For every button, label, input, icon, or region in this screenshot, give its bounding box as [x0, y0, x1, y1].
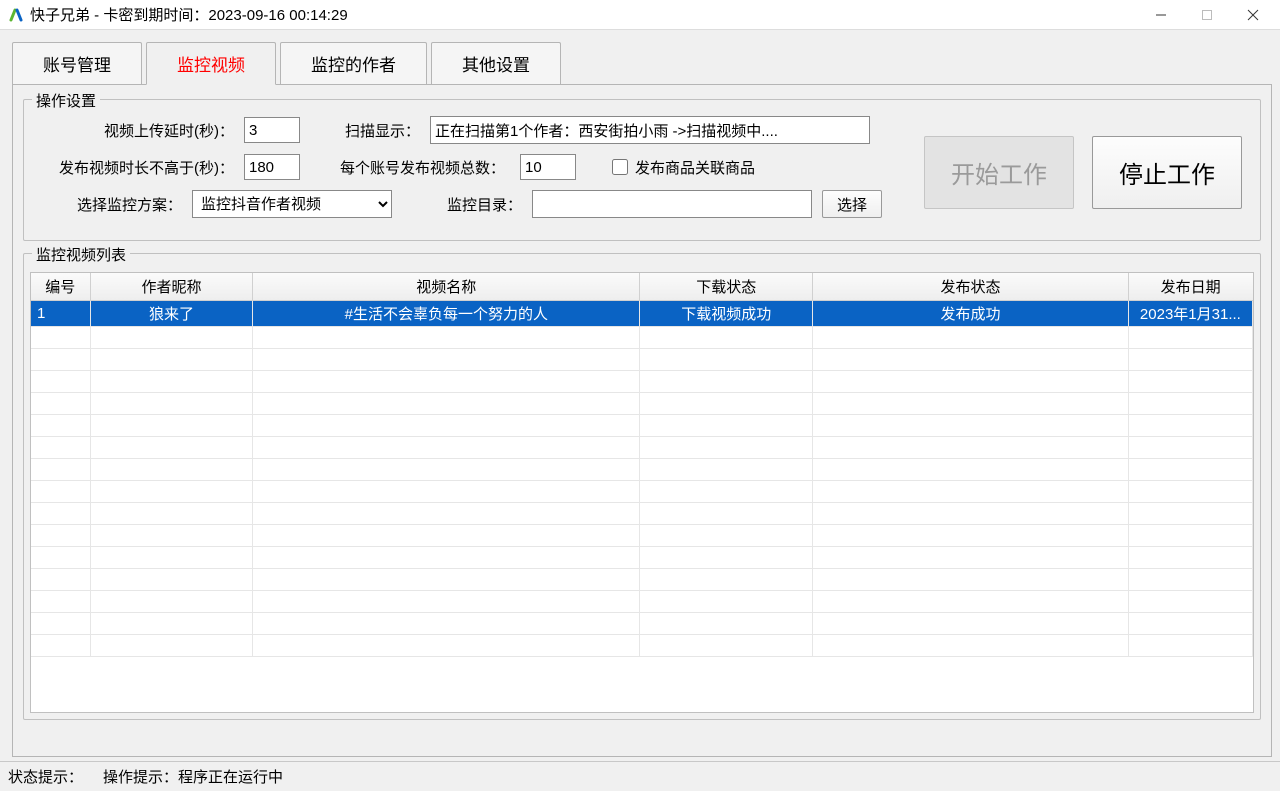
table-row[interactable] [31, 371, 1253, 393]
table-row[interactable] [31, 503, 1253, 525]
status-label: 状态提示： [8, 766, 83, 787]
scheme-select[interactable]: 监控抖音作者视频 [192, 190, 392, 218]
scan-label: 扫描显示： [340, 120, 420, 141]
cell-download: 下载视频成功 [640, 301, 813, 327]
upload-delay-input[interactable] [244, 117, 300, 143]
title-bar: 快子兄弟 - 卡密到期时间：2023-09-16 00:14:29 [0, 0, 1280, 30]
table-header-row: 编号 作者昵称 视频名称 下载状态 发布状态 发布日期 [31, 273, 1253, 301]
per-account-label: 每个账号发布视频总数： [340, 157, 510, 178]
cell-id: 1 [31, 301, 90, 327]
cell-date: 2023年1月31... [1128, 301, 1252, 327]
related-goods-checkbox[interactable]: 发布商品关联商品 [608, 156, 755, 178]
table-row[interactable] [31, 437, 1253, 459]
stop-button[interactable]: 停止工作 [1092, 136, 1242, 209]
settings-group-title: 操作设置 [32, 90, 100, 111]
per-account-input[interactable] [520, 154, 576, 180]
cell-publish: 发布成功 [813, 301, 1129, 327]
table-row[interactable] [31, 393, 1253, 415]
duration-input[interactable] [244, 154, 300, 180]
duration-label: 发布视频时长不高于(秒)： [34, 157, 234, 178]
close-button[interactable] [1230, 0, 1276, 29]
table-row[interactable]: 1 狼来了 #生活不会辜负每一个努力的人 下载视频成功 发布成功 2023年1月… [31, 301, 1253, 327]
col-nick[interactable]: 作者昵称 [90, 273, 253, 301]
select-dir-button[interactable]: 选择 [822, 190, 882, 218]
dir-input[interactable] [532, 190, 812, 218]
video-table: 编号 作者昵称 视频名称 下载状态 发布状态 发布日期 1 狼来了 #生活不会辜 [31, 273, 1253, 657]
settings-group: 操作设置 视频上传延时(秒)： 扫描显示： 发布视频时长不高于(秒)： [23, 99, 1261, 241]
table-row[interactable] [31, 481, 1253, 503]
col-download[interactable]: 下载状态 [640, 273, 813, 301]
col-id[interactable]: 编号 [31, 273, 90, 301]
scheme-label: 选择监控方案： [34, 194, 182, 215]
tab-body: 操作设置 视频上传延时(秒)： 扫描显示： 发布视频时长不高于(秒)： [12, 84, 1272, 757]
table-row[interactable] [31, 459, 1253, 481]
table-row[interactable] [31, 635, 1253, 657]
col-date[interactable]: 发布日期 [1128, 273, 1252, 301]
maximize-button[interactable] [1184, 0, 1230, 29]
video-table-wrap[interactable]: 编号 作者昵称 视频名称 下载状态 发布状态 发布日期 1 狼来了 #生活不会辜 [30, 272, 1254, 713]
status-hint: 操作提示：程序正在运行中 [103, 766, 283, 787]
video-list-title: 监控视频列表 [32, 244, 130, 265]
tab-monitor-author[interactable]: 监控的作者 [280, 42, 427, 84]
start-button[interactable]: 开始工作 [924, 136, 1074, 209]
related-goods-checkbox-input[interactable] [612, 159, 628, 175]
table-row[interactable] [31, 327, 1253, 349]
table-row[interactable] [31, 349, 1253, 371]
window-title: 快子兄弟 - 卡密到期时间：2023-09-16 00:14:29 [30, 4, 348, 25]
table-row[interactable] [31, 547, 1253, 569]
table-row[interactable] [31, 591, 1253, 613]
col-publish[interactable]: 发布状态 [813, 273, 1129, 301]
table-row[interactable] [31, 569, 1253, 591]
dir-label: 监控目录： [442, 194, 522, 215]
video-list-group: 监控视频列表 编号 作者昵称 视频名称 下载状态 发布状态 发布日期 [23, 253, 1261, 720]
upload-delay-label: 视频上传延时(秒)： [34, 120, 234, 141]
cell-nick: 狼来了 [90, 301, 253, 327]
scan-display[interactable] [430, 116, 870, 144]
related-goods-label: 发布商品关联商品 [635, 157, 755, 178]
tab-strip: 账号管理 监控视频 监控的作者 其他设置 [12, 42, 1272, 84]
minimize-button[interactable] [1138, 0, 1184, 29]
tab-account[interactable]: 账号管理 [12, 42, 142, 84]
col-title[interactable]: 视频名称 [253, 273, 640, 301]
tab-other[interactable]: 其他设置 [431, 42, 561, 84]
table-row[interactable] [31, 613, 1253, 635]
tab-monitor-video[interactable]: 监控视频 [146, 42, 276, 85]
status-bar: 状态提示： 操作提示：程序正在运行中 [0, 761, 1280, 791]
cell-title: #生活不会辜负每一个努力的人 [253, 301, 640, 327]
client-area: 账号管理 监控视频 监控的作者 其他设置 操作设置 视频上传延时(秒)： 扫描显… [0, 30, 1280, 761]
app-logo-icon [8, 7, 24, 23]
table-row[interactable] [31, 415, 1253, 437]
table-row[interactable] [31, 525, 1253, 547]
